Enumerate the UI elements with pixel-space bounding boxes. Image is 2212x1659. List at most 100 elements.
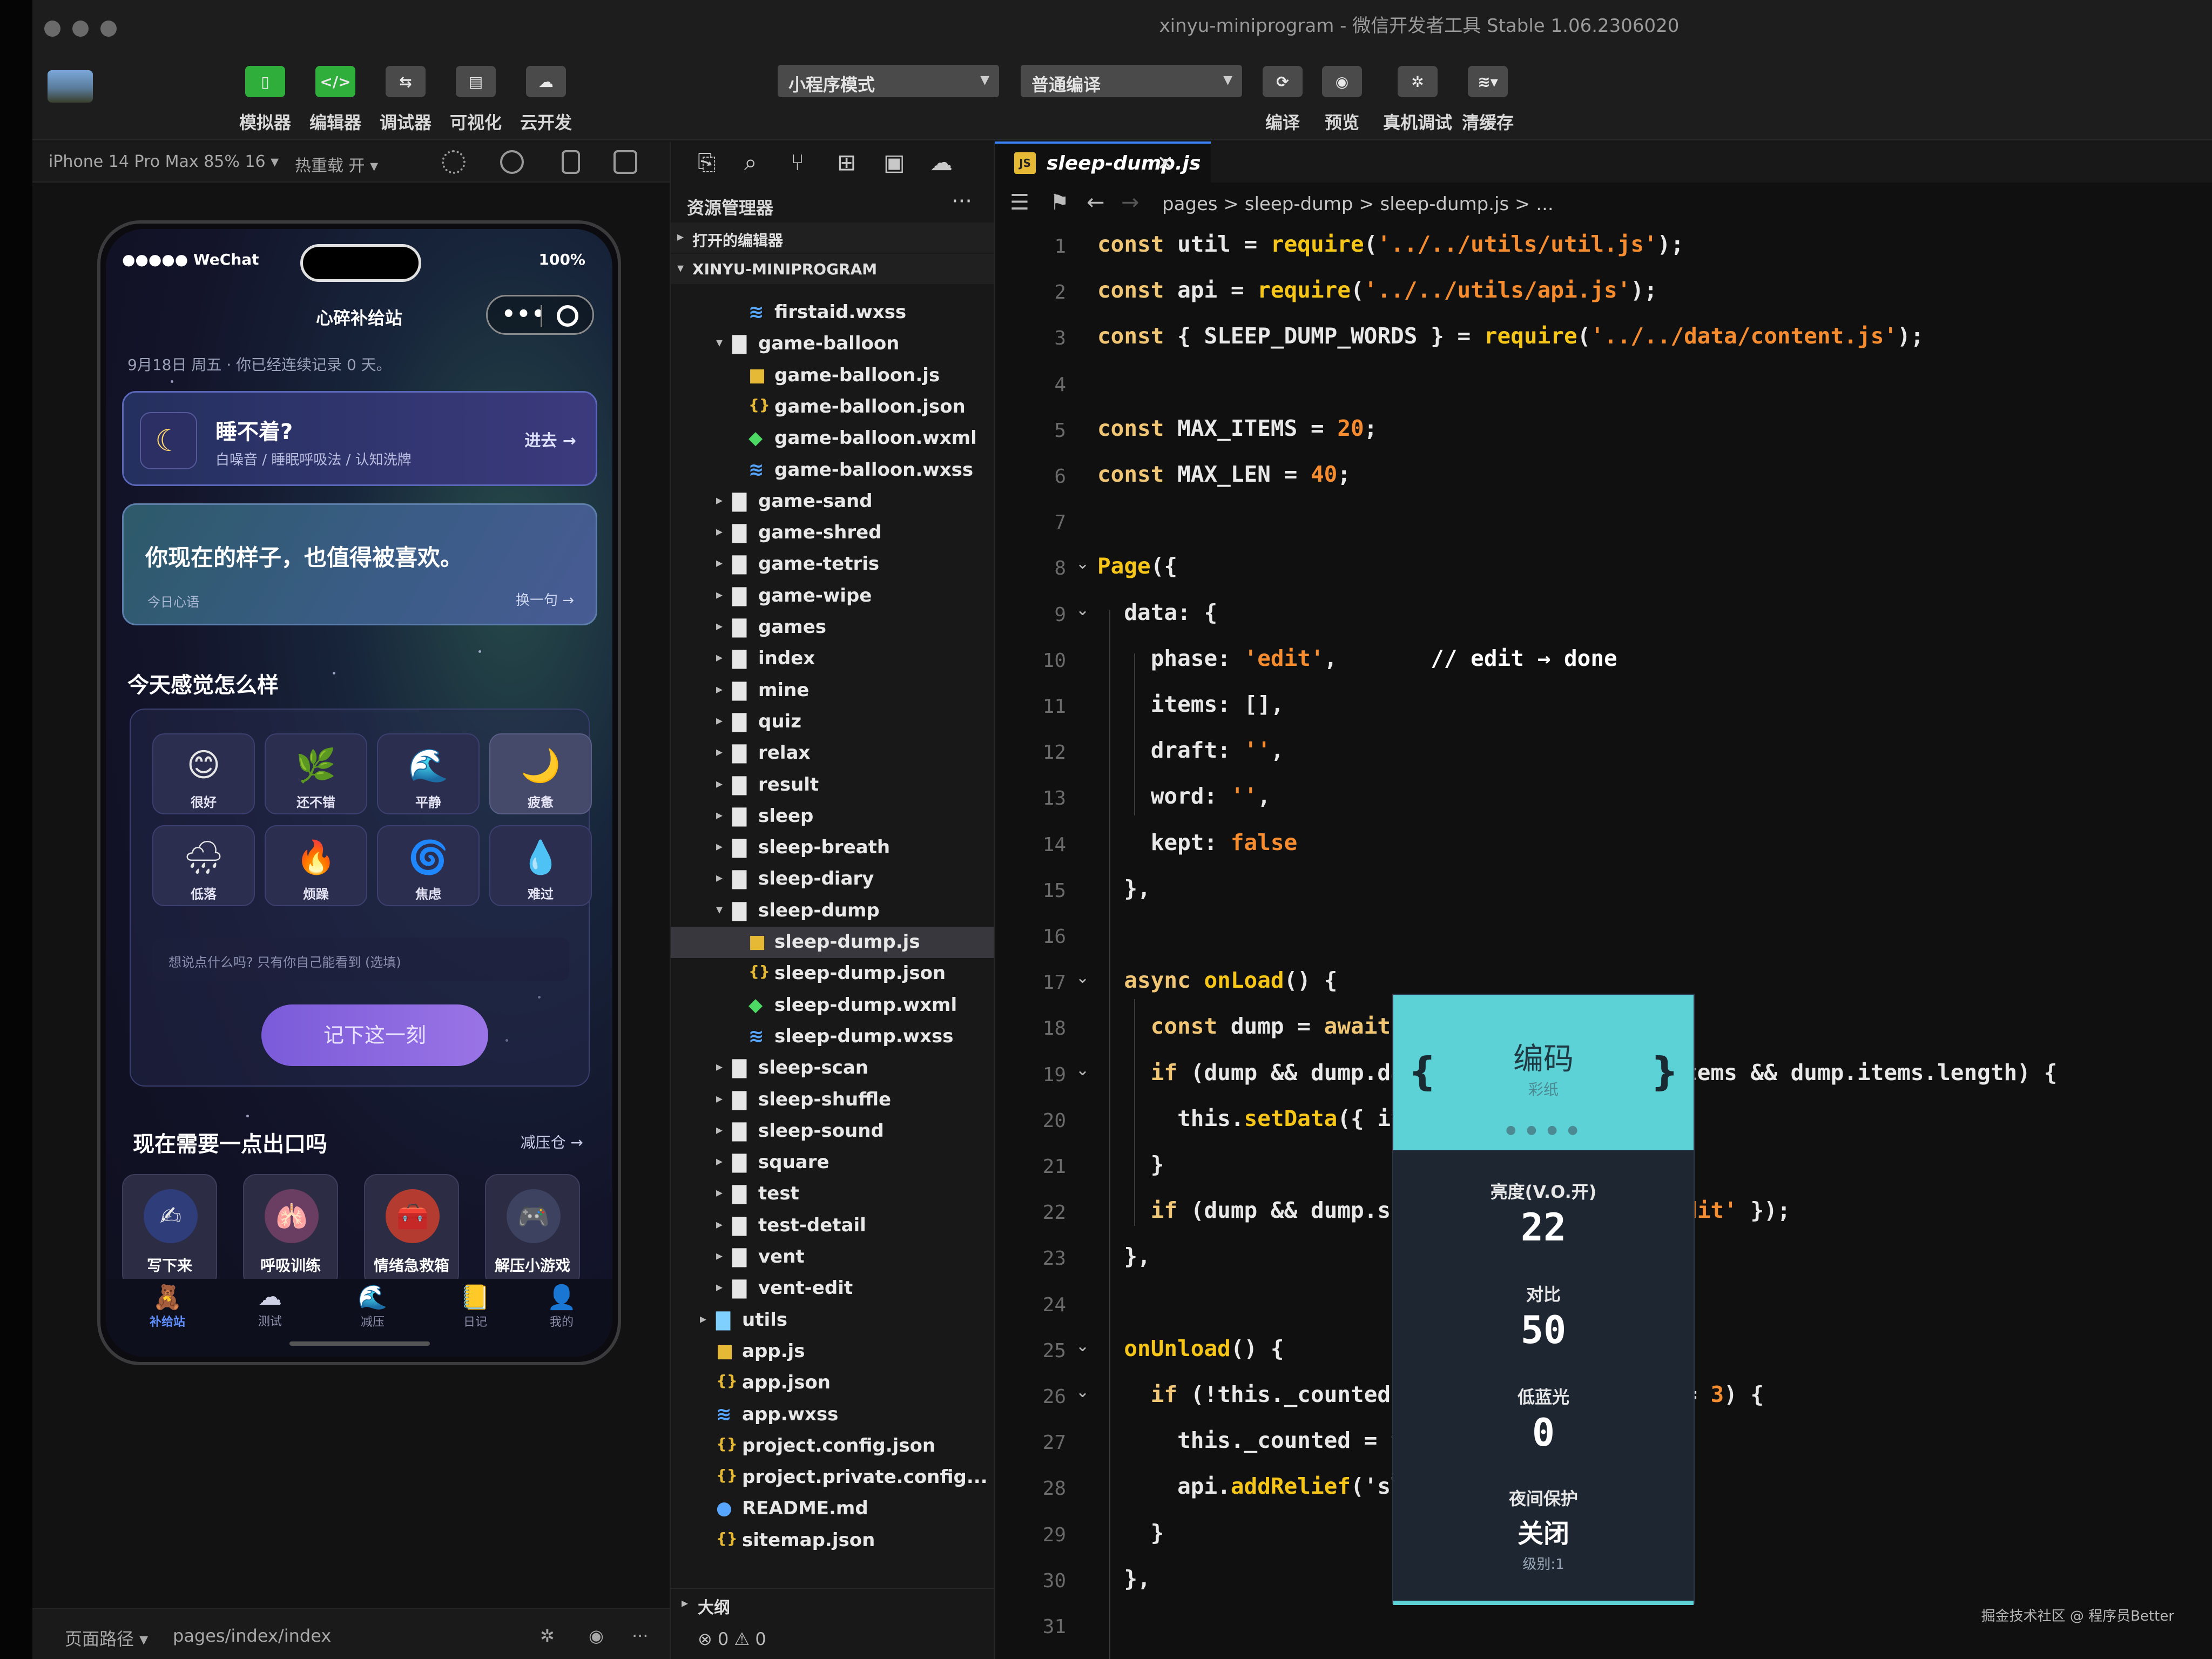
- reload-icon[interactable]: [442, 150, 466, 174]
- page-path-select[interactable]: 页面路径 ▾: [65, 1626, 148, 1650]
- project-avatar[interactable]: [48, 70, 93, 103]
- tree-folder[interactable]: ▸ ▇ game-tetris: [671, 549, 994, 580]
- osd-low-blue[interactable]: 低蓝光 0: [1393, 1384, 1694, 1455]
- tree-file[interactable]: ≋ app.wxss: [671, 1399, 994, 1431]
- tree-file[interactable]: {} sleep-dump.json: [671, 958, 994, 989]
- sleep-card[interactable]: ☾ 睡不着? 白噪音 / 睡眠呼吸法 / 认知洗牌 进去 →: [122, 391, 597, 486]
- eye-icon[interactable]: ◉: [589, 1626, 604, 1646]
- sleep-card-enter-link[interactable]: 进去 →: [524, 427, 576, 451]
- tab-diary[interactable]: 📒 日记: [443, 1283, 508, 1330]
- mood-option[interactable]: 🌙 疲惫: [489, 733, 592, 814]
- code-line[interactable]: 6 const MAX_LEN = 40;: [995, 451, 2212, 497]
- code-line[interactable]: 16: [995, 912, 2212, 957]
- next-quote-link[interactable]: 换一句 →: [516, 589, 574, 609]
- tab-relax[interactable]: 🌊 减压: [340, 1283, 405, 1330]
- record-icon[interactable]: [500, 150, 524, 174]
- tree-folder[interactable]: ▸ ▇ sleep-shuffle: [671, 1084, 994, 1116]
- tree-folder[interactable]: ▸ ▇ square: [671, 1147, 994, 1178]
- code-line[interactable]: 9 ⌄ data: {: [995, 590, 2212, 636]
- simulator-toggle-button[interactable]: ▯ 模拟器: [235, 66, 295, 134]
- mood-option[interactable]: 🌊 平静: [377, 733, 480, 814]
- tab-mine[interactable]: 👤 我的: [529, 1283, 594, 1330]
- tree-folder[interactable]: ▸ ▇ utils: [671, 1305, 994, 1336]
- tab-sleep-dump-js[interactable]: JS sleep-dump.js ✕: [995, 141, 1211, 183]
- files-icon[interactable]: ⎘: [698, 149, 716, 176]
- code-line[interactable]: 10 phase: 'edit', // edit → done: [995, 636, 2212, 682]
- code-line[interactable]: 11 items: [],: [995, 682, 2212, 727]
- preview-button[interactable]: ◉ 预览: [1312, 66, 1372, 134]
- tree-file[interactable]: ≋ game-balloon.wxss: [671, 455, 994, 486]
- tree-folder[interactable]: ▸ ▇ mine: [671, 675, 994, 706]
- back-arrow-icon[interactable]: ←: [1087, 190, 1105, 215]
- tool-card-write[interactable]: ✍ 写下来: [122, 1174, 217, 1287]
- fold-chevron-icon[interactable]: ⌄: [1076, 1382, 1089, 1401]
- tree-folder[interactable]: ▸ ▇ test-detail: [671, 1210, 994, 1242]
- tree-file[interactable]: ■ app.js: [671, 1336, 994, 1367]
- osd-contrast[interactable]: 对比 50: [1393, 1281, 1694, 1352]
- code-line[interactable]: 12 draft: '',: [995, 727, 2212, 773]
- code-line[interactable]: 1 const util = require('../../utils/util.…: [995, 221, 2212, 267]
- menu-capsule[interactable]: •••: [486, 295, 594, 335]
- tree-folder[interactable]: ▸ ▇ sleep: [671, 801, 994, 832]
- more-icon[interactable]: •••: [502, 302, 547, 327]
- fold-chevron-icon[interactable]: ⌄: [1076, 1337, 1089, 1355]
- more-icon[interactable]: ···: [632, 1626, 649, 1646]
- outline-section[interactable]: ▸ 大纲: [671, 1588, 994, 1618]
- storage-icon[interactable]: ▣: [884, 149, 905, 176]
- compile-button[interactable]: ⟳ 编译: [1253, 66, 1312, 134]
- popout-icon[interactable]: [613, 150, 637, 174]
- source-control-icon[interactable]: ⑂: [791, 149, 804, 176]
- problems-status[interactable]: ⊗ 0 ⚠ 0: [671, 1619, 994, 1659]
- open-editors-section[interactable]: ▸ 打开的编辑器: [671, 222, 994, 253]
- cloud-dev-button[interactable]: ☁ 云开发: [516, 66, 576, 134]
- tree-file[interactable]: {} sitemap.json: [671, 1525, 994, 1556]
- tree-folder[interactable]: ▸ ▇ quiz: [671, 706, 994, 738]
- tree-folder[interactable]: ▸ ▇ game-sand: [671, 486, 994, 517]
- tree-folder[interactable]: ▸ ▇ test: [671, 1178, 994, 1210]
- more-icon[interactable]: ···: [952, 189, 972, 214]
- tree-file[interactable]: {} game-balloon.json: [671, 392, 994, 423]
- code-line[interactable]: 3 const { SLEEP_DUMP_WORDS } = require('.…: [995, 313, 2212, 359]
- tree-file[interactable]: ■ sleep-dump.js: [671, 927, 994, 958]
- project-section[interactable]: ▾ XINYU-MINIPROGRAM: [671, 254, 994, 284]
- breadcrumb-path[interactable]: pages > sleep-dump > sleep-dump.js > ...: [1162, 193, 1554, 215]
- tree-folder[interactable]: ▸ ▇ sleep-breath: [671, 832, 994, 864]
- fold-chevron-icon[interactable]: ⌄: [1076, 554, 1089, 573]
- tree-folder[interactable]: ▸ ▇ index: [671, 643, 994, 675]
- mood-option[interactable]: 🌿 还不错: [265, 733, 367, 814]
- device-rotate-icon[interactable]: [562, 150, 580, 174]
- tab-test[interactable]: ☁ 测试: [238, 1283, 302, 1329]
- tree-file[interactable]: {} app.json: [671, 1367, 994, 1399]
- tree-file[interactable]: ≋ firstaid.wxss: [671, 297, 994, 328]
- mood-option[interactable]: 😊 很好: [152, 733, 255, 814]
- device-select[interactable]: iPhone 14 Pro Max 85% 16 ▾: [49, 152, 279, 171]
- list-icon[interactable]: ☰: [1010, 190, 1029, 215]
- tree-file[interactable]: ● README.md: [671, 1493, 994, 1525]
- clear-cache-button[interactable]: ≋▾ 清缓存: [1458, 66, 1518, 134]
- fold-chevron-icon[interactable]: ⌄: [1076, 1061, 1089, 1080]
- fold-chevron-icon[interactable]: ⌄: [1076, 601, 1089, 619]
- tree-folder[interactable]: ▸ ▇ vent-edit: [671, 1273, 994, 1304]
- code-line[interactable]: 8 ⌄ Page({: [995, 543, 2212, 589]
- close-miniprogram-icon[interactable]: [557, 305, 578, 327]
- relief-room-link[interactable]: 减压仓 →: [521, 1131, 583, 1152]
- tree-folder[interactable]: ▸ ▇ game-shred: [671, 517, 994, 549]
- code-line[interactable]: 13 word: '',: [995, 773, 2212, 819]
- tree-folder[interactable]: ▸ ▇ game-wipe: [671, 581, 994, 612]
- tree-file[interactable]: ■ game-balloon.js: [671, 360, 994, 392]
- tree-file[interactable]: {} project.config.json: [671, 1431, 994, 1462]
- tree-folder[interactable]: ▸ ▇ vent: [671, 1242, 994, 1273]
- visual-toggle-button[interactable]: ▤ 可视化: [446, 66, 505, 134]
- tree-folder[interactable]: ▸ ▇ sleep-scan: [671, 1053, 994, 1084]
- code-line[interactable]: 5 const MAX_ITEMS = 20;: [995, 406, 2212, 451]
- tree-file[interactable]: ◆ game-balloon.wxml: [671, 423, 994, 454]
- code-line[interactable]: 14 kept: false: [995, 820, 2212, 866]
- tab-home[interactable]: 🧸 补给站: [135, 1283, 200, 1330]
- code-line[interactable]: 2 const api = require('../../utils/api.js…: [995, 267, 2212, 313]
- osd-brightness[interactable]: 亮度(V.O.开) 22: [1393, 1178, 1694, 1250]
- tree-file[interactable]: {} project.private.config...: [671, 1462, 994, 1493]
- record-moment-button[interactable]: 记下这一刻: [261, 1004, 488, 1066]
- tree-folder[interactable]: ▸ ▇ sleep-diary: [671, 864, 994, 895]
- cloud-icon[interactable]: ☁: [930, 149, 953, 176]
- tree-folder[interactable]: ▸ ▇ sleep-sound: [671, 1116, 994, 1147]
